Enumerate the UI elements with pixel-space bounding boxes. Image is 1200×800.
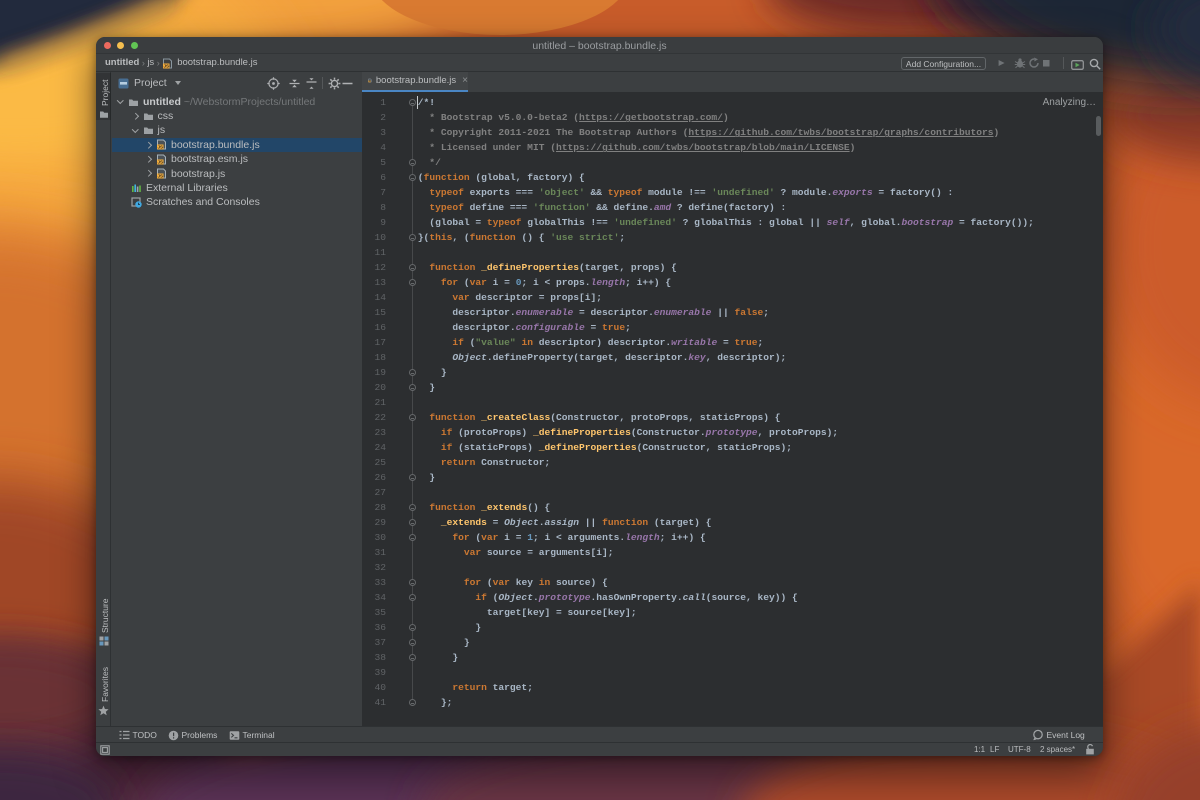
svg-text:JS: JS bbox=[157, 174, 163, 179]
svg-text:JS: JS bbox=[164, 63, 170, 68]
svg-text:JS: JS bbox=[157, 159, 163, 164]
svg-text:JS: JS bbox=[157, 145, 163, 150]
